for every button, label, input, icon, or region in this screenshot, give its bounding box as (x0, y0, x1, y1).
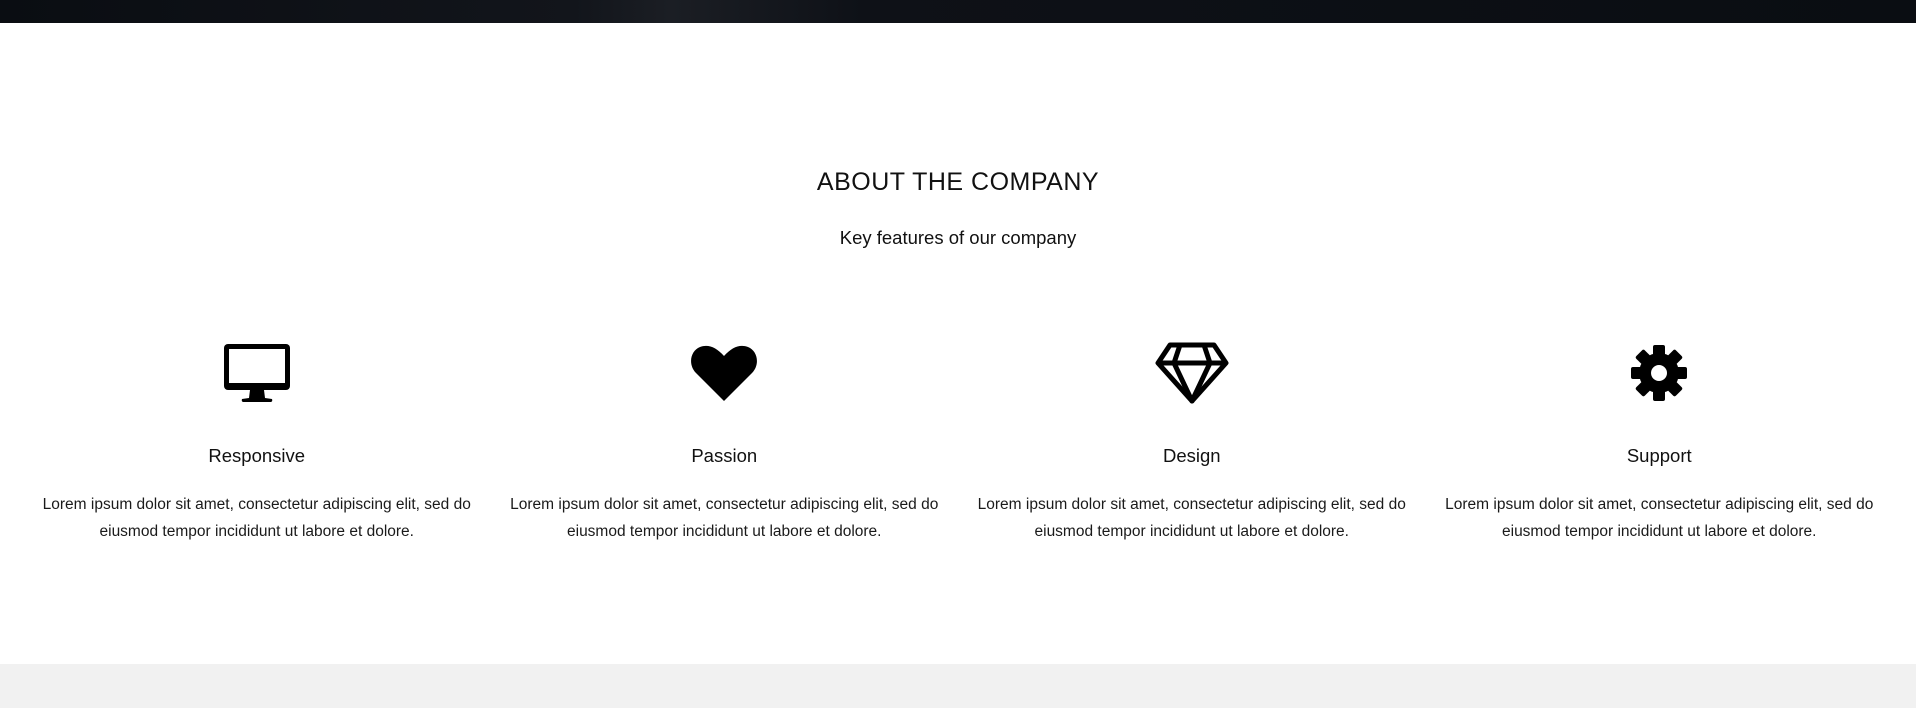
diamond-icon (1154, 340, 1230, 406)
next-section-edge (0, 664, 1916, 708)
about-section: ABOUT THE COMPANY Key features of our co… (0, 23, 1916, 664)
heart-icon (686, 340, 762, 406)
hero-bottom-edge (0, 0, 1916, 23)
feature-support: Support Lorem ipsum dolor sit amet, cons… (1426, 313, 1894, 553)
feature-description: Lorem ipsum dolor sit amet, consectetur … (1445, 496, 1874, 540)
feature-title: Passion (691, 445, 758, 466)
feature-responsive: Responsive Lorem ipsum dolor sit amet, c… (23, 313, 491, 553)
gear-icon (1621, 340, 1697, 406)
feature-description: Lorem ipsum dolor sit amet, consectetur … (510, 496, 939, 540)
feature-title: Responsive (208, 445, 306, 466)
feature-passion: Passion Lorem ipsum dolor sit amet, cons… (491, 313, 959, 553)
monitor-icon (219, 340, 295, 406)
section-heading: ABOUT THE COMPANY (816, 168, 1100, 196)
feature-description: Lorem ipsum dolor sit amet, consectetur … (42, 496, 471, 540)
features-row: Responsive Lorem ipsum dolor sit amet, c… (23, 313, 1893, 553)
feature-design: Design Lorem ipsum dolor sit amet, conse… (958, 313, 1426, 553)
feature-title: Support (1626, 445, 1692, 466)
section-subheading: Key features of our company (839, 227, 1077, 248)
feature-description: Lorem ipsum dolor sit amet, consectetur … (977, 496, 1406, 540)
feature-title: Design (1162, 445, 1221, 466)
